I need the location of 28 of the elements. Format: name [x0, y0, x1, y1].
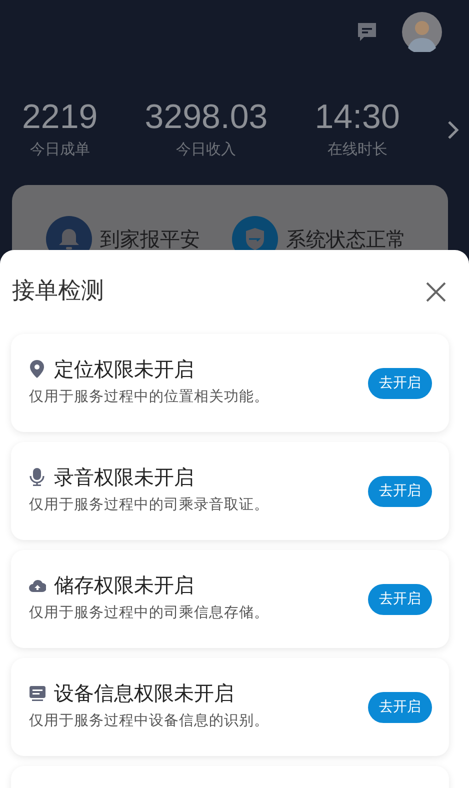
quick-item-label[interactable]: 到家报平安	[100, 224, 200, 254]
permission-description: 仅用于服务过程中的司乘信息存储。	[29, 604, 269, 624]
stat-value: 14:30	[314, 100, 400, 134]
permission-title: 定位权限未开启	[54, 357, 194, 382]
device-info-icon	[29, 684, 46, 702]
stat-value: 2219	[22, 100, 98, 134]
permission-description: 仅用于服务过程中的位置相关功能。	[29, 388, 269, 408]
close-icon[interactable]	[425, 281, 447, 303]
stat-label: 今日收入	[175, 139, 238, 160]
permission-description: 仅用于服务过程中的司乘录音取证。	[29, 496, 269, 516]
location-pin-icon	[29, 360, 46, 378]
sheet-title: 接单检测	[11, 278, 104, 306]
permission-title: 设备信息权限未开启	[54, 681, 234, 706]
avatar-icon[interactable]	[402, 12, 442, 52]
message-icon[interactable]	[356, 21, 378, 43]
permission-description: 仅用于服务过程中设备信息的识别。	[29, 712, 269, 732]
chevron-right-icon[interactable]	[446, 120, 459, 140]
stat-label: 在线时长	[326, 139, 388, 160]
enable-button[interactable]: 去开启	[368, 368, 432, 398]
enable-button[interactable]: 去开启	[368, 692, 432, 722]
microphone-icon	[29, 468, 46, 486]
stat-label: 今日成单	[28, 139, 91, 160]
enable-button[interactable]: 去开启	[368, 584, 432, 614]
permission-title: 储存权限未开启	[54, 573, 194, 598]
permission-title: 录音权限未开启	[54, 465, 194, 490]
enable-button[interactable]: 去开启	[368, 476, 432, 506]
quick-item-label[interactable]: 系统状态正常	[286, 224, 406, 254]
stat-value: 3298.03	[144, 100, 268, 134]
